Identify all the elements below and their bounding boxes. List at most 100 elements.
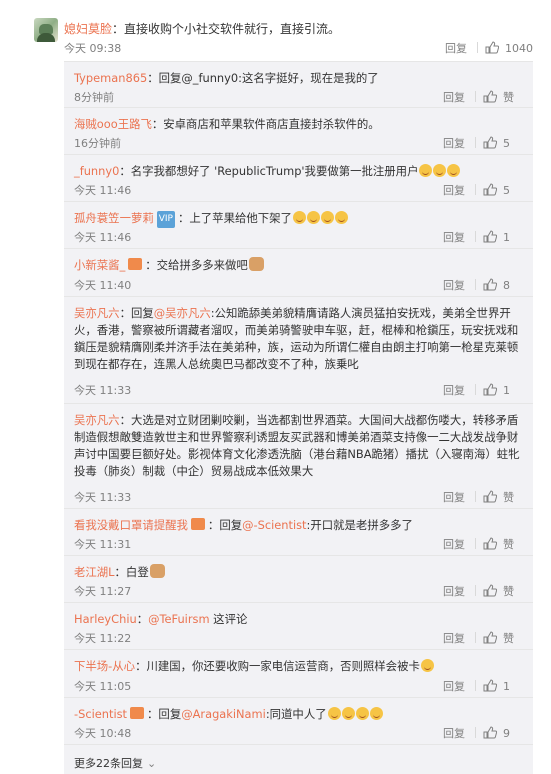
reply-button[interactable]: 回复	[443, 725, 469, 741]
laugh-emoji-icon	[320, 211, 334, 224]
cat-emoji-icon	[248, 257, 264, 271]
reply-body: 老江湖L：白登	[74, 564, 520, 581]
like-button[interactable]: 1	[483, 383, 523, 397]
like-button[interactable]: 1	[483, 679, 523, 693]
like-button[interactable]: 赞	[483, 537, 523, 551]
divider	[475, 727, 476, 738]
username[interactable]: 老江湖L	[74, 565, 115, 579]
reply-button[interactable]: 回复	[445, 40, 471, 56]
more-replies-label: 更多22条回复	[74, 757, 143, 770]
reply-actions: 回复 赞	[443, 536, 523, 552]
mention-link[interactable]: @AragakiNami	[181, 707, 266, 721]
reply-time: 今天 10:48	[74, 727, 132, 740]
like-count: 赞	[503, 91, 514, 104]
reply-button[interactable]: 回复	[443, 382, 469, 398]
reply-button[interactable]: 回复	[443, 135, 469, 151]
reply-button[interactable]: 回复	[443, 277, 469, 293]
like-button[interactable]: 8	[483, 278, 523, 292]
vip-badge-icon: VIP	[156, 211, 175, 228]
like-button[interactable]: 赞	[483, 584, 523, 598]
username[interactable]: Typeman865	[74, 71, 147, 85]
like-button[interactable]: 赞	[483, 490, 523, 504]
username[interactable]: 看我没戴口罩请提醒我	[74, 518, 188, 532]
divider	[477, 42, 478, 53]
thumbs-up-icon	[485, 41, 499, 54]
reply-text: ：回复	[147, 707, 182, 721]
reply-body: 下半场-从心：川建国，你还要收购一家电信运营商，否则照样会被卡	[74, 658, 520, 675]
reply-button[interactable]: 回复	[443, 489, 469, 505]
more-replies-link[interactable]: 更多22条回复 ⌄	[74, 755, 156, 771]
hand-emoji-icon	[327, 707, 341, 720]
username[interactable]: 吴亦凡六	[74, 413, 120, 427]
reply-body: Typeman865：回复@_funny0:这名字挺好，现在是我的了	[74, 70, 520, 87]
username[interactable]: HarleyChiu	[74, 612, 137, 626]
like-count: 赞	[503, 632, 514, 645]
like-button[interactable]: 5	[483, 183, 523, 197]
thumbs-up-icon	[483, 230, 497, 243]
like-count: 1	[503, 231, 510, 244]
reply-item: 孤舟蓑笠一萝莉 VIP ：上了苹果给他下架了 今天 11:46 回复 1	[64, 202, 533, 249]
laugh-emoji-icon	[334, 211, 348, 224]
reply-text: ：回复@_funny0:这名字挺好，现在是我的了	[147, 71, 379, 85]
thumbs-up-icon	[483, 584, 497, 597]
reply-item: 下半场-从心：川建国，你还要收购一家电信运营商，否则照样会被卡 今天 11:05…	[64, 650, 533, 698]
emoji-icon	[341, 707, 355, 720]
reply-body: 吴亦凡六：大选是对立财团剿咬剿，当选都割世界酒菜。大国间大战都伤喽大，转移矛盾制…	[74, 412, 520, 480]
like-button[interactable]: 1	[483, 230, 523, 244]
reply-button[interactable]: 回复	[443, 89, 469, 105]
mention-link[interactable]: @吴亦凡六	[154, 306, 211, 320]
reply-text: ：交给拼多多来做吧	[145, 258, 248, 272]
reply-text: ：名字我都想好了 'RepublicTrump'我要做第一批注册用户	[119, 164, 419, 178]
username[interactable]: 小新菜酱_	[74, 258, 125, 272]
reply-button[interactable]: 回复	[443, 583, 469, 599]
thumbs-up-icon	[483, 90, 497, 103]
username[interactable]: 媳妇莫脸	[64, 22, 112, 36]
reply-actions: 回复 赞	[443, 583, 523, 599]
username[interactable]: 吴亦凡六	[74, 306, 120, 320]
reply-time: 今天 11:46	[74, 184, 132, 197]
username[interactable]: 下半场-从心	[74, 659, 135, 673]
reply-button[interactable]: 回复	[443, 536, 469, 552]
reply-button[interactable]: 回复	[443, 678, 469, 694]
mention-link[interactable]: @TeFuirsm	[148, 612, 209, 626]
like-button[interactable]: 赞	[483, 631, 523, 645]
mention-link[interactable]: @-Scientist	[242, 518, 306, 532]
like-button[interactable]: 9	[483, 726, 523, 740]
username[interactable]: _funny0	[74, 164, 119, 178]
reply-text: ：白登	[114, 565, 149, 579]
reply-button[interactable]: 回复	[443, 630, 469, 646]
username[interactable]: 海贼ooo王路飞	[74, 117, 152, 131]
reply-button[interactable]: 回复	[443, 229, 469, 245]
reply-body: 吴亦凡六：回复@吴亦凡六:公知跪舔美弟貌精膺请路人演员猛拍安抚戏，美弟全世界开火…	[74, 305, 520, 373]
reply-text: ：安卓商店和苹果软件商店直接封杀软件的。	[151, 117, 380, 131]
like-button[interactable]: 赞	[483, 90, 523, 104]
reply-item: Typeman865：回复@_funny0:这名字挺好，现在是我的了 8分钟前 …	[64, 62, 533, 108]
divider	[475, 231, 476, 242]
like-button[interactable]: 5	[483, 136, 523, 150]
divider	[475, 384, 476, 395]
thumbs-up-icon	[483, 726, 497, 739]
reply-actions: 回复 5	[443, 135, 523, 151]
reply-actions: 回复 赞	[443, 630, 523, 646]
username[interactable]: -Scientist	[74, 707, 127, 721]
reply-item: 吴亦凡六：大选是对立财团剿咬剿，当选都割世界酒菜。大国间大战都伤喽大，转移矛盾制…	[64, 404, 533, 509]
divider	[475, 632, 476, 643]
emoji-icon	[433, 164, 447, 177]
like-button[interactable]: 1040	[485, 41, 533, 55]
like-count: 1	[503, 680, 510, 693]
reply-time: 今天 11:22	[74, 632, 132, 645]
reply-button[interactable]: 回复	[443, 182, 469, 198]
divider	[475, 538, 476, 549]
replies-panel: Typeman865：回复@_funny0:这名字挺好，现在是我的了 8分钟前 …	[64, 61, 533, 774]
reply-body: 孤舟蓑笠一萝莉 VIP ：上了苹果给他下架了	[74, 210, 520, 228]
username[interactable]: 孤舟蓑笠一萝莉	[74, 211, 154, 225]
reply-item: -Scientist ：回复@AragakiNami:同道中人了 今天 10:48…	[64, 698, 533, 745]
reply-actions: 回复 5	[443, 182, 523, 198]
avatar[interactable]	[34, 18, 58, 42]
reply-text: ：大选是对立财团剿咬剿，当选都割世界酒菜。大国间大战都伤喽大，转移矛盾制造假想敵…	[74, 413, 520, 478]
thumbs-up-icon	[483, 490, 497, 503]
emoji-icon	[447, 164, 461, 177]
reply-text: ：	[136, 612, 149, 626]
reply-text: 这评论	[209, 612, 248, 626]
reply-body: _funny0：名字我都想好了 'RepublicTrump'我要做第一批注册用…	[74, 163, 520, 180]
